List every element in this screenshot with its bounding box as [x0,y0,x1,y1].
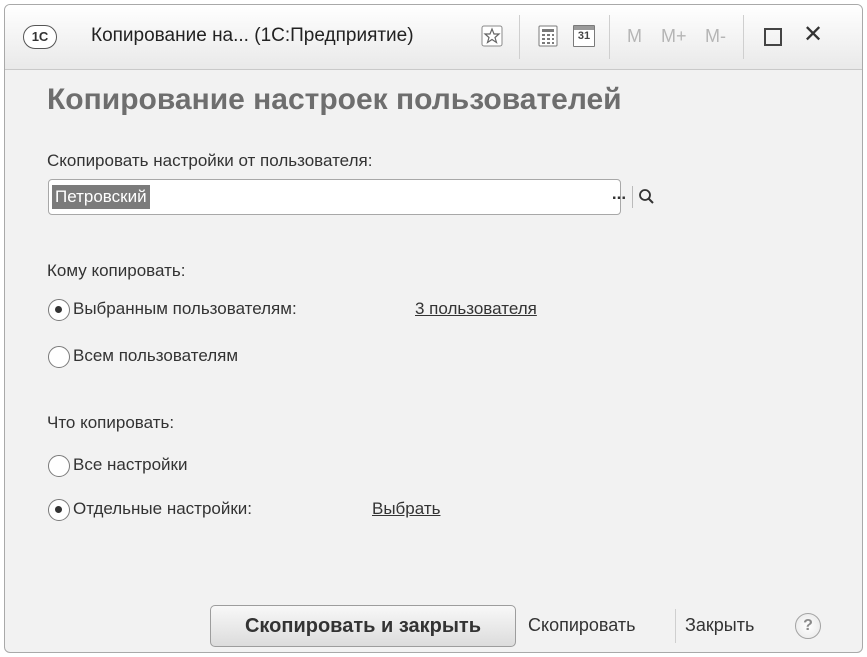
calculator-icon[interactable] [537,25,559,47]
radio-all-users-label[interactable]: Всем пользователям [73,346,238,366]
choose-settings-link[interactable]: Выбрать [372,499,440,519]
copy-and-close-button[interactable]: Скопировать и закрыть [210,605,516,647]
app-logo[interactable]: 1С [23,25,57,49]
radio-separate-settings-label[interactable]: Отдельные настройки: [73,499,252,519]
help-button[interactable]: ? [795,613,821,639]
radio-selected-users-label[interactable]: Выбранным пользователям: [73,299,297,319]
toolbar-separator [743,15,744,59]
dialog-window: 1С Копирование на... (1С:Предприятие) 31 [4,4,863,653]
radio-all-settings[interactable] [48,455,70,477]
radio-selected-users[interactable] [48,299,70,321]
radio-all-users[interactable] [48,346,70,368]
selected-users-link[interactable]: 3 пользователя [415,299,537,319]
select-user-button[interactable]: ... [606,185,633,208]
copy-button[interactable]: Скопировать [528,615,636,636]
close-window-button[interactable]: ✕ [803,20,823,49]
toolbar-separator [519,15,520,59]
radio-separate-settings[interactable] [48,499,70,521]
memory-minus-button[interactable]: M- [705,26,726,47]
page-title: Копирование настроек пользователей [47,83,622,116]
what-to-copy-label: Что копировать: [47,413,175,432]
calendar-icon[interactable]: 31 [573,25,595,47]
favorites-star-icon[interactable] [481,25,503,47]
toolbar-separator [609,15,610,59]
source-user-field[interactable]: Петровский ... [48,179,654,215]
memory-m-button[interactable]: M [627,26,642,47]
footer-separator [675,609,676,643]
source-user-label: Скопировать настройки от пользователя: [47,151,373,170]
title-bar: 1С Копирование на... (1С:Предприятие) 31 [5,5,862,70]
close-button[interactable]: Закрыть [685,615,754,636]
maximize-icon[interactable] [763,27,783,47]
radio-dot [55,506,62,513]
search-icon[interactable] [635,186,657,208]
memory-plus-button[interactable]: M+ [661,26,687,47]
window-title: Копирование на... (1С:Предприятие) [91,25,414,46]
radio-all-settings-label[interactable]: Все настройки [73,455,187,475]
recipients-label: Кому копировать: [47,261,186,280]
source-user-value[interactable]: Петровский [52,185,150,209]
radio-dot [55,306,62,313]
calendar-day: 31 [577,30,591,42]
